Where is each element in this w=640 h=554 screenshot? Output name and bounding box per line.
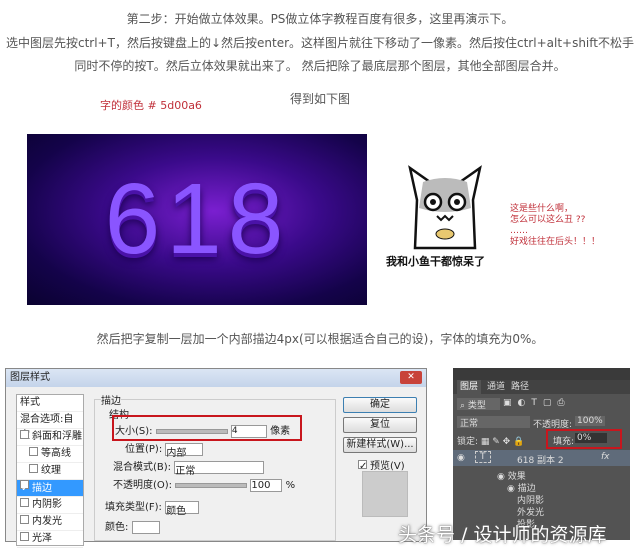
styles-list: 样式 混合选项:自定 斜面和浮雕 等高线 纹理 ✓描边 内阴影 内发光 光泽: [16, 394, 84, 548]
dialog-title: 图层样式: [10, 372, 50, 383]
layers-panel: 图层 通道 路径 ⌕ 类型 ▣◐T▢⎙ 正常 不透明度: 100% 锁定: ▦ …: [453, 368, 630, 540]
opacity-row: 不透明度(O): 100 %: [113, 478, 296, 492]
color-swatch[interactable]: [131, 520, 160, 534]
color-row: 颜色:: [105, 518, 160, 534]
meme-side-4: 好戏往往在后头！！！: [510, 237, 601, 247]
layer-row[interactable]: ◉ T 618 副本 2 fx: [453, 450, 630, 466]
style-item[interactable]: 斜面和浮雕: [17, 429, 83, 446]
position-select[interactable]: 内部: [165, 442, 204, 459]
ok-button[interactable]: 确定: [343, 397, 417, 413]
tab-paths[interactable]: 路径: [511, 380, 529, 394]
reset-button[interactable]: 复位: [343, 417, 417, 433]
size-highlight: [112, 415, 302, 441]
preview-checkbox[interactable]: ✓ 预览(V): [358, 457, 405, 472]
meme-caption: 我和小鱼干都惊呆了: [386, 255, 485, 268]
style-header: 样式: [17, 395, 83, 412]
text-layer-icon: T: [475, 451, 491, 463]
style-item[interactable]: 光泽: [17, 531, 83, 548]
result-note: 得到如下图: [290, 92, 351, 106]
eye-icon[interactable]: ◉: [457, 453, 465, 463]
blend-select[interactable]: 正常: [174, 460, 265, 477]
meme-side-2: 怎么可以这么丑 ??: [510, 215, 586, 225]
tab-channels[interactable]: 通道: [487, 380, 505, 394]
style-item[interactable]: 纹理: [17, 463, 83, 480]
meme-side-1: 这是些什么啊，: [510, 204, 574, 214]
tab-layers[interactable]: 图层: [457, 380, 482, 394]
style-item[interactable]: 等高线: [17, 446, 83, 463]
article-line-3: 同时不停的按T。然后立体效果就出来了。 然后把除了最底层那个图层，其他全部图层合…: [74, 59, 566, 73]
kind-filter[interactable]: ⌕ 类型: [457, 398, 500, 411]
opacity-input[interactable]: 100%: [575, 416, 605, 426]
color-note: 字的颜色 # 5d00a6: [100, 99, 202, 112]
close-button[interactable]: ✕: [400, 371, 422, 384]
article-line-2: 选中图层先按ctrl+T，然后按键盘上的↓然后按enter。这样图片就往下移动了…: [5, 36, 634, 50]
style-item[interactable]: 混合选项:自定: [17, 412, 83, 441]
fill-type-row: 填充类型(F): 颜色: [105, 498, 200, 517]
cat-meme-icon: [408, 165, 482, 250]
stroke-group-label: 描边: [101, 392, 121, 407]
layer-style-dialog: 图层样式 ✕ 样式 混合选项:自定 斜面和浮雕 等高线 纹理 ✓描边 内阴影 内发…: [5, 368, 427, 548]
fill-highlight: [546, 429, 622, 449]
style-item[interactable]: 内发光: [17, 514, 83, 531]
opacity-slider[interactable]: [175, 482, 248, 488]
new-style-button[interactable]: 新建样式(W)...: [343, 437, 417, 453]
blend-row: 混合模式(B): 正常: [113, 458, 265, 477]
filter-icons[interactable]: ▣◐T▢⎙: [503, 398, 571, 408]
article-line-4: 然后把字复制一层加一个内部描边4px(可以根据适合自己的设)，字体的填充为0%。: [96, 332, 544, 346]
hero-image: 618: [27, 134, 367, 305]
fill-type-select[interactable]: 颜色: [165, 500, 200, 517]
lock-row: 锁定: ▦ ✎ ✥ 🔒: [457, 437, 525, 447]
style-item-stroke[interactable]: ✓ 描边: [17, 480, 83, 497]
fx-icon: fx: [601, 452, 610, 462]
preview-swatch: [362, 471, 408, 517]
layer-name: 618 副本 2: [517, 456, 564, 466]
meme-side-text: 这是些什么啊， 怎么可以这么丑 ?? …… 好戏往往在后头！！！: [510, 204, 600, 248]
article-line-1: 第二步：开始做立体效果。PS做立体字教程百度有很多，这里再演示下。: [126, 12, 514, 26]
watermark: 头条号 / 设计师的资源库: [398, 524, 607, 546]
hero-text: 618: [104, 163, 290, 275]
style-item[interactable]: 内阴影: [17, 497, 83, 514]
meme-side-3: ……: [510, 226, 528, 236]
blend-mode-select[interactable]: 正常: [457, 416, 530, 429]
position-row: 位置(P): 内部: [125, 440, 204, 459]
opacity-input[interactable]: 100: [250, 478, 283, 492]
